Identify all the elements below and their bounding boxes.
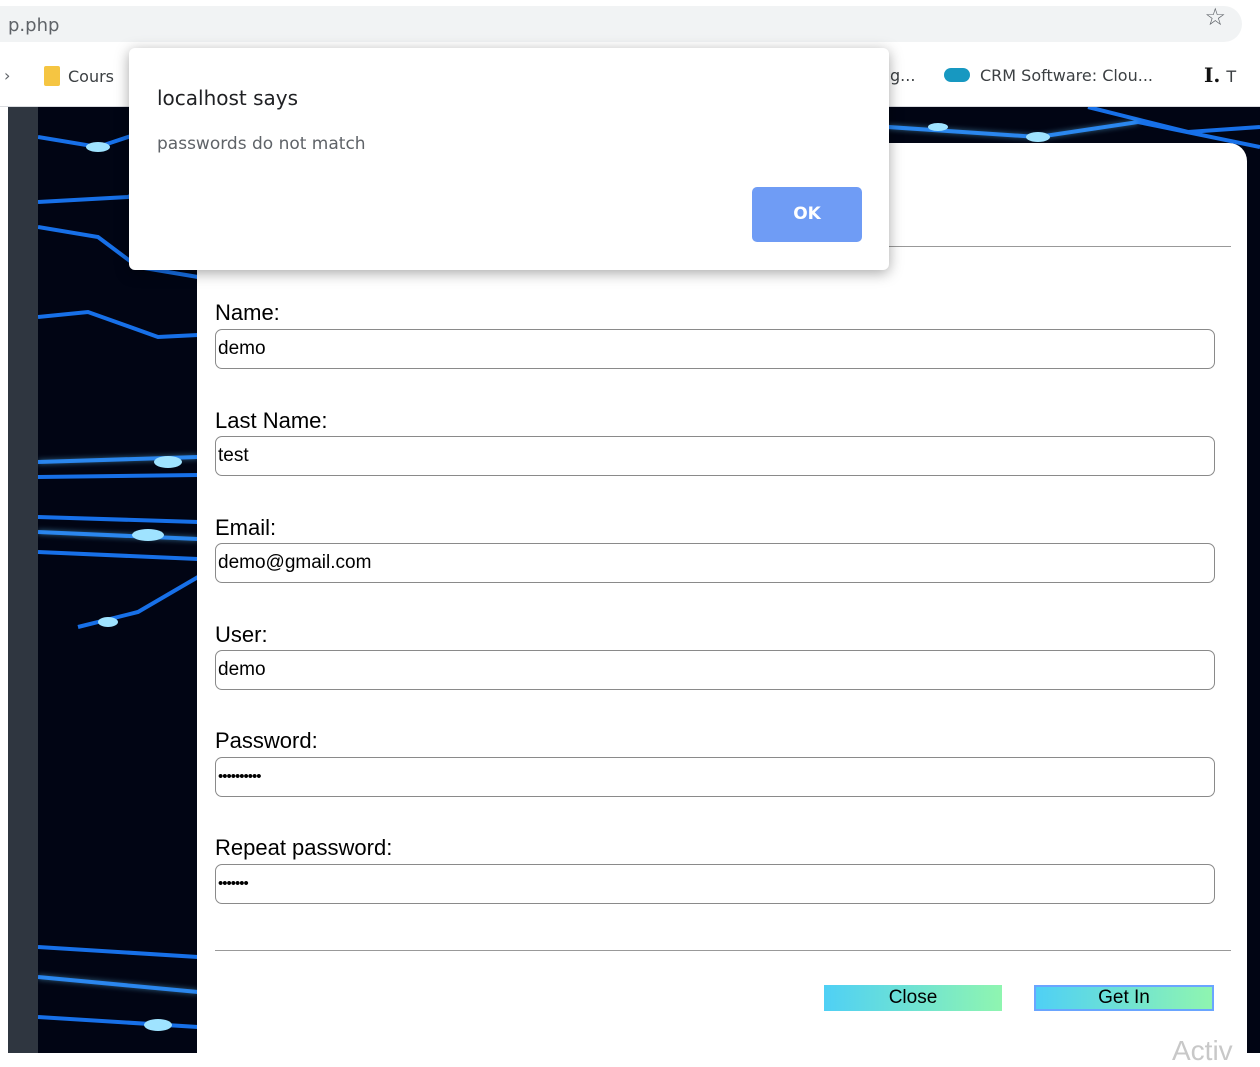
bookmark-label: CRM Software: Clou... — [980, 66, 1153, 85]
t-icon: I. — [1204, 63, 1221, 87]
user-label: User: — [215, 622, 268, 647]
overflow-chevron-icon[interactable]: › — [4, 66, 10, 85]
email-input[interactable]: demo@gmail.com — [215, 543, 1215, 583]
alert-dialog: localhost says passwords do not match OK — [129, 48, 889, 270]
page-sidebar-strip — [8, 107, 38, 1053]
last-name-input[interactable]: test — [215, 436, 1215, 476]
last-name-label: Last Name: — [215, 408, 328, 433]
repeat-password-label: Repeat password: — [215, 835, 393, 860]
modal-footer-divider — [215, 950, 1231, 951]
url-field[interactable]: p.php — [0, 6, 1242, 42]
bookmark-label: T — [1226, 67, 1237, 86]
bookmark-courses[interactable]: Cours — [44, 66, 114, 86]
folder-icon — [44, 66, 60, 86]
alert-title: localhost says — [157, 86, 299, 110]
activate-windows-watermark: Activ — [1172, 1035, 1233, 1066]
bookmark-t[interactable]: I. T — [1204, 63, 1236, 87]
url-text[interactable]: p.php — [8, 15, 59, 36]
get-in-button[interactable]: Get In — [1034, 985, 1214, 1011]
password-label: Password: — [215, 728, 318, 753]
alert-message: passwords do not match — [157, 134, 366, 154]
user-input[interactable]: demo — [215, 650, 1215, 690]
bookmark-crm-software[interactable]: CRM Software: Clou... — [944, 66, 1153, 85]
name-label: Name: — [215, 300, 280, 325]
ok-button[interactable]: OK — [752, 187, 862, 242]
bookmark-star-icon[interactable]: ☆ — [1204, 5, 1226, 31]
salesforce-cloud-icon — [944, 68, 970, 82]
bookmark-truncated[interactable]: g... — [890, 66, 915, 85]
email-label: Email: — [215, 515, 277, 540]
repeat-password-input[interactable]: ••••••• — [215, 864, 1215, 904]
bookmark-label: Cours — [68, 67, 115, 86]
password-input[interactable]: •••••••••• — [215, 757, 1215, 797]
signup-modal: Name: demo Last Name: test Email: demo@g… — [197, 143, 1247, 1066]
name-input[interactable]: demo — [215, 329, 1215, 369]
address-bar: p.php ☆ — [0, 0, 1260, 48]
bookmark-label: g... — [890, 66, 916, 85]
close-button[interactable]: Close — [824, 985, 1002, 1011]
